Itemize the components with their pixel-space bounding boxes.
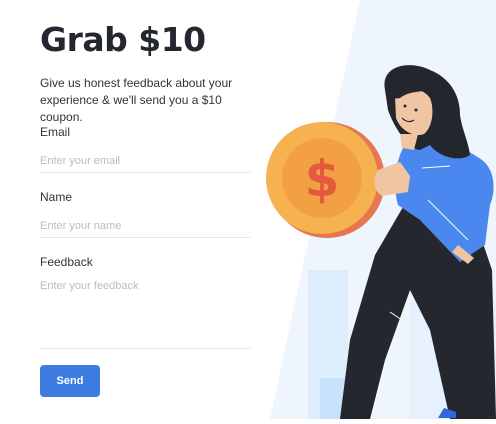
eye-right (414, 108, 418, 112)
send-button[interactable]: Send (40, 365, 100, 397)
page-subtitle: Give us honest feedback about your exper… (40, 76, 233, 124)
name-input[interactable] (40, 215, 250, 238)
illustration-svg: $ (266, 0, 496, 419)
feedback-textarea[interactable] (40, 280, 250, 349)
name-field-group: Name (40, 190, 250, 238)
feedback-field-group: Feedback (40, 255, 250, 349)
name-label: Name (40, 190, 73, 204)
feedback-form-panel: Grab $10 Give us honest feedback about y… (0, 0, 270, 419)
email-input[interactable] (40, 150, 250, 173)
dollar-sign: $ (305, 150, 340, 208)
email-field-group: Email (40, 125, 250, 173)
eye-left (403, 104, 407, 108)
page-title: Grab $10 (40, 20, 206, 59)
email-label: Email (40, 125, 71, 139)
coupon-illustration: $ (260, 0, 496, 419)
feedback-label: Feedback (40, 255, 93, 269)
